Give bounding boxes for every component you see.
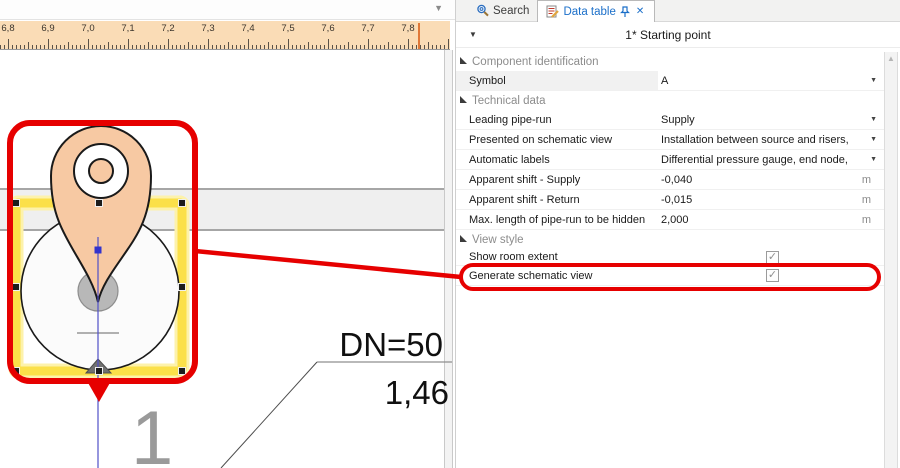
drawing-canvas[interactable]: ▼ 6,86,97,07,17,27,37,47,57,67,77,8 <box>0 0 458 468</box>
ruler-label: 7,6 <box>314 23 342 34</box>
magnifier-icon <box>476 4 489 17</box>
property-value-cell[interactable]: ✓ <box>658 269 884 282</box>
ruler-label: 6,8 <box>0 23 22 34</box>
property-value-cell[interactable]: ✓ <box>658 251 884 264</box>
tab-data-table-label: Data table <box>563 6 615 18</box>
section-header[interactable]: Component identification <box>456 52 884 71</box>
unit-label: m <box>862 214 871 226</box>
property-grid: Component identificationSymbolA▼Technica… <box>456 52 884 468</box>
property-value: -0,040 <box>661 174 862 186</box>
node-number-label: 1 <box>131 396 173 468</box>
panel-vertical-scrollbar[interactable]: ▲ <box>884 52 898 468</box>
section-label: Technical data <box>472 95 546 107</box>
scroll-up-icon[interactable]: ▲ <box>885 52 897 66</box>
chevron-down-icon[interactable]: ▼ <box>870 116 877 123</box>
ruler-position-marker <box>418 23 420 50</box>
dn-label: DN=50 <box>339 326 443 363</box>
collapse-icon[interactable] <box>460 57 467 64</box>
table-pencil-icon <box>546 5 559 18</box>
properties-panel: Search Data table ✕ ▼ 1* St <box>455 0 900 468</box>
canvas-toolbar: ▼ <box>0 0 455 20</box>
property-value-cell[interactable]: Supply▼ <box>658 114 884 126</box>
checkbox[interactable]: ✓ <box>766 269 779 282</box>
tab-data-table[interactable]: Data table ✕ <box>537 0 655 22</box>
collapse-icon[interactable] <box>460 235 467 242</box>
property-row[interactable]: Leading pipe-runSupply▼ <box>456 110 884 130</box>
property-row[interactable]: Show room extent ✓ <box>456 249 884 266</box>
property-label: Generate schematic view <box>456 266 658 285</box>
property-value: A <box>661 75 870 87</box>
property-row[interactable]: Presented on schematic viewInstallation … <box>456 130 884 150</box>
property-label: Automatic labels <box>456 150 658 169</box>
collapse-icon[interactable] <box>460 96 467 103</box>
dimension-leader <box>221 362 452 468</box>
length-label: 1,46 <box>385 374 449 411</box>
property-value: Differential pressure gauge, end node, <box>661 154 870 166</box>
pin-dot <box>89 159 113 183</box>
ruler-label: 7,7 <box>354 23 382 34</box>
property-row[interactable]: Max. length of pipe-run to be hidden2,00… <box>456 210 884 230</box>
property-label: Presented on schematic view <box>456 130 658 149</box>
property-row[interactable]: SymbolA▼ <box>456 71 884 91</box>
ruler-label: 7,1 <box>114 23 142 34</box>
property-row[interactable]: Apparent shift - Return-0,015m <box>456 190 884 210</box>
property-value-cell[interactable]: A▼ <box>658 75 884 87</box>
application-window: ▼ 6,86,97,07,17,27,37,47,57,67,77,8 <box>0 0 900 468</box>
property-row[interactable]: Automatic labelsDifferential pressure ga… <box>456 150 884 170</box>
toolbar-overflow-icon[interactable]: ▼ <box>434 3 443 13</box>
canvas-vertical-scrollbar[interactable] <box>444 50 453 468</box>
tab-search[interactable]: Search <box>468 0 537 21</box>
property-row[interactable]: Apparent shift - Supply-0,040m <box>456 170 884 190</box>
ruler-label: 7,5 <box>274 23 302 34</box>
property-value: Supply <box>661 114 870 126</box>
property-value: -0,015 <box>661 194 862 206</box>
selected-object-title: 1* Starting point <box>456 28 880 42</box>
chevron-down-icon[interactable]: ▼ <box>870 156 877 163</box>
ruler-label: 7,3 <box>194 23 222 34</box>
node-point <box>95 247 102 254</box>
property-value-cell[interactable]: Differential pressure gauge, end node,▼ <box>658 154 884 166</box>
property-label: Apparent shift - Supply <box>456 170 658 189</box>
property-label: Apparent shift - Return <box>456 190 658 209</box>
pushpin-icon[interactable] <box>620 6 630 18</box>
property-value-cell[interactable]: -0,040m <box>658 174 884 186</box>
starting-point-symbol[interactable] <box>21 126 179 468</box>
section-header[interactable]: Technical data <box>456 91 884 110</box>
property-value: Installation between source and risers, <box>661 134 870 146</box>
close-icon[interactable]: ✕ <box>634 2 646 22</box>
ruler-label: 6,9 <box>34 23 62 34</box>
tab-search-label: Search <box>493 5 529 17</box>
property-value-cell[interactable]: Installation between source and risers,▼ <box>658 134 884 146</box>
checkbox[interactable]: ✓ <box>766 251 779 264</box>
property-label: Leading pipe-run <box>456 110 658 129</box>
unit-label: m <box>862 194 871 206</box>
property-label: Show room extent <box>456 249 658 265</box>
ruler-label: 7,4 <box>234 23 262 34</box>
panel-header: ▼ 1* Starting point <box>456 22 900 48</box>
property-label: Symbol <box>456 71 658 90</box>
panel-tab-bar: Search Data table ✕ <box>456 0 900 22</box>
section-header[interactable]: View style <box>456 230 884 249</box>
chevron-down-icon[interactable]: ▼ <box>870 136 877 143</box>
ruler-label: 7,0 <box>74 23 102 34</box>
section-label: View style <box>472 234 524 246</box>
unit-label: m <box>862 174 871 186</box>
chevron-down-icon[interactable]: ▼ <box>870 77 877 84</box>
property-value-cell[interactable]: -0,015m <box>658 194 884 206</box>
property-row[interactable]: Generate schematic view ✓ <box>456 266 884 286</box>
section-label: Component identification <box>472 56 599 68</box>
ruler-label: 7,2 <box>154 23 182 34</box>
property-value: 2,000 <box>661 214 862 226</box>
property-label: Max. length of pipe-run to be hidden <box>456 210 658 229</box>
property-value-cell[interactable]: 2,000m <box>658 214 884 226</box>
horizontal-ruler: 6,86,97,07,17,27,37,47,57,67,77,8 <box>0 21 450 50</box>
